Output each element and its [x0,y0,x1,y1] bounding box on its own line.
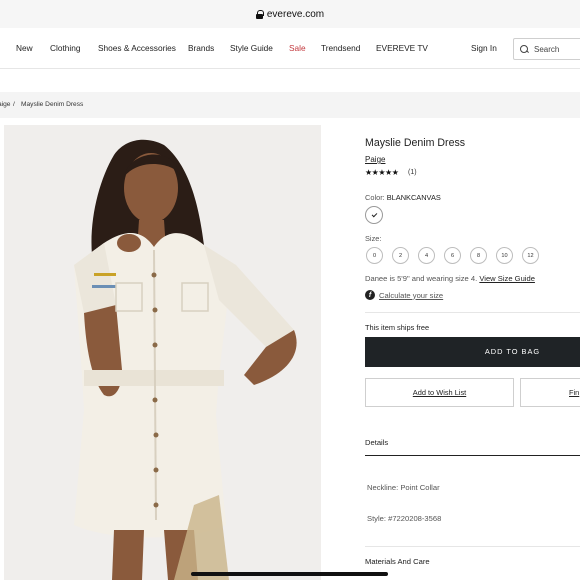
nav-item-clothing[interactable]: Clothing [50,28,80,69]
fit-note: Danee is 5'9" and wearing size 4. View S… [365,274,535,283]
review-count[interactable]: (1) [408,169,417,176]
lock-icon [255,10,264,19]
add-to-bag-button[interactable]: ADD TO BAG [365,337,580,367]
calculate-size-link[interactable]: Calculate your size [379,291,443,300]
size-option-6[interactable]: 6 [444,247,461,264]
color-label: Color: BLANKCANVAS [365,193,441,202]
tab-details[interactable]: Details [365,438,388,447]
nav-item-new[interactable]: New [16,28,33,69]
color-value: BLANKCANVAS [386,193,441,202]
size-guide-link[interactable]: View Size Guide [479,274,535,283]
divider [365,312,580,313]
nav-item-trendsend[interactable]: Trendsend [321,28,360,69]
size-option-12[interactable]: 12 [522,247,539,264]
nav-item-brands[interactable]: Brands [188,28,214,69]
add-to-wishlist-button[interactable]: Add to Wish List [365,378,514,407]
search-icon [520,44,529,54]
size-selector: 0 2 4 6 8 10 12 [365,247,580,264]
page: evereve.com New Clothing Shoes & Accesso… [0,0,580,580]
main-nav: New Clothing Shoes & Accessories Brands … [0,28,580,69]
breadcrumb: aige / Mayslie Denim Dress [0,92,580,118]
tab-underline [365,455,580,456]
url-bar[interactable]: evereve.com [0,0,580,28]
check-icon [371,211,377,218]
fit-note-text: Danee is 5'9" and wearing size 4. [365,274,478,283]
find-in-store-button[interactable]: Fin [520,378,580,407]
breadcrumb-current: Mayslie Denim Dress [21,101,84,108]
shipping-note: This item ships free [365,323,430,332]
tab-materials-and-care[interactable]: Materials And Care [365,557,430,566]
rating-stars[interactable]: ★★★★★ [365,168,399,177]
model-photo [4,125,321,580]
nav-item-shoes-accessories[interactable]: Shoes & Accessories [98,28,176,69]
find-in-store-label: Fin [569,388,580,397]
size-option-10[interactable]: 10 [496,247,513,264]
nav-item-sale[interactable]: Sale [289,28,306,69]
size-label: Size: [365,234,382,243]
breadcrumb-link-brand[interactable]: aige [0,92,10,118]
product-title: Mayslie Denim Dress [365,137,466,149]
breadcrumb-separator: / [13,101,15,108]
product-image[interactable] [4,125,321,580]
sign-in-link[interactable]: Sign In [471,28,497,69]
brand-link[interactable]: Paige [365,155,385,164]
divider [365,546,580,547]
home-indicator [191,572,388,576]
wishlist-label: Add to Wish List [412,388,467,397]
size-option-0[interactable]: 0 [366,247,383,264]
calculate-size[interactable]: f Calculate your size [365,290,443,300]
size-option-2[interactable]: 2 [392,247,409,264]
size-option-8[interactable]: 8 [470,247,487,264]
nav-item-style-guide[interactable]: Style Guide [230,28,273,69]
search-input[interactable]: Search [513,38,580,60]
search-placeholder: Search [534,44,560,54]
size-option-4[interactable]: 4 [418,247,435,264]
url-text: evereve.com [266,8,325,20]
nav-item-evereve-tv[interactable]: EVEREVE TV [376,28,428,69]
color-label-text: Color: [365,193,385,202]
detail-style-number: Style: #7220208-3568 [367,514,442,523]
color-swatch-blankcanvas[interactable] [365,206,383,224]
detail-neckline: Neckline: Point Collar [367,483,440,492]
fit-calculator-icon: f [365,290,375,300]
